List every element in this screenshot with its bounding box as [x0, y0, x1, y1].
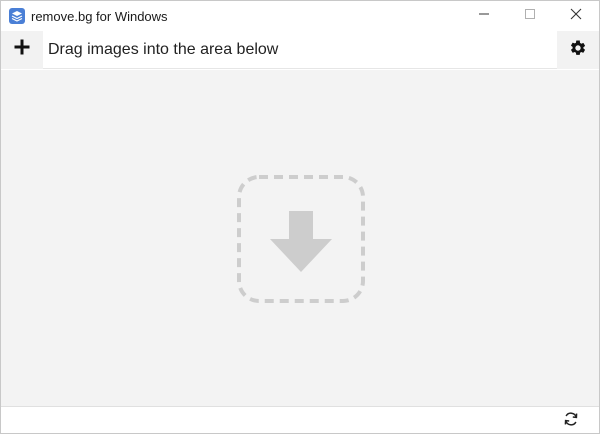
title-bar[interactable]: remove.bg for Windows	[1, 1, 599, 31]
download-arrow-icon	[237, 175, 365, 303]
app-logo-icon	[9, 8, 25, 24]
close-icon	[570, 7, 582, 25]
add-image-button[interactable]	[1, 30, 43, 69]
close-button[interactable]	[553, 1, 599, 31]
refresh-icon	[563, 411, 579, 432]
maximize-button[interactable]	[507, 1, 553, 31]
settings-button[interactable]	[557, 31, 599, 69]
drag-instruction-text: Drag images into the area below	[48, 40, 279, 58]
window-controls	[461, 1, 599, 31]
gear-icon	[569, 39, 587, 62]
toolbar: Drag images into the area below	[1, 30, 599, 69]
refresh-button[interactable]	[561, 411, 581, 431]
maximize-icon	[524, 7, 536, 25]
app-window: remove.bg for Windows Drag images into t…	[0, 0, 600, 434]
minimize-button[interactable]	[461, 1, 507, 31]
plus-icon	[13, 38, 31, 61]
status-bar	[1, 406, 599, 433]
window-title: remove.bg for Windows	[31, 8, 168, 24]
drop-target	[237, 175, 365, 303]
minimize-icon	[478, 7, 490, 25]
image-drop-area[interactable]	[1, 70, 599, 407]
